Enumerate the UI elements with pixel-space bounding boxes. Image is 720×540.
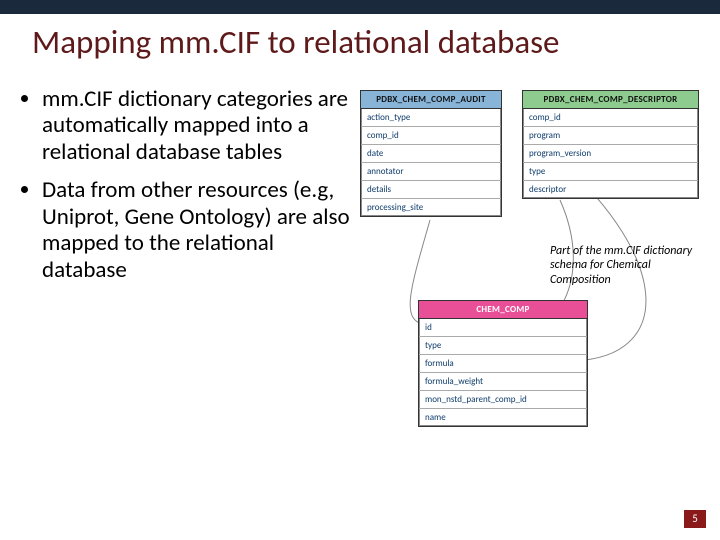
diagram-caption: Part of the mm.CIF dictionary schema for… — [550, 244, 710, 287]
table-row: comp_id — [361, 127, 501, 145]
table-chem-comp: CHEM_COMP id type formula formula_weight… — [418, 300, 588, 427]
table-row: name — [419, 409, 587, 426]
top-bar — [0, 0, 720, 14]
table-row: id — [419, 319, 587, 337]
bullet-item: Data from other resources (e.g, Uniprot,… — [42, 177, 350, 283]
table-row: mon_nstd_parent_comp_id — [419, 391, 587, 409]
table-row: program — [523, 127, 698, 145]
slide-title: Mapping mm.CIF to relational database — [32, 22, 700, 62]
table-row: descriptor — [523, 181, 698, 198]
table-header: CHEM_COMP — [419, 301, 587, 319]
table-row: comp_id — [523, 109, 698, 127]
table-row: date — [361, 145, 501, 163]
table-row: formula_weight — [419, 373, 587, 391]
table-row: annotator — [361, 163, 501, 181]
bullet-item: mm.CIF dictionary categories are automat… — [42, 86, 350, 165]
table-header: PDBX_CHEM_COMP_AUDIT — [361, 91, 501, 109]
table-row: formula — [419, 355, 587, 373]
table-row: type — [419, 337, 587, 355]
bullet-list: mm.CIF dictionary categories are automat… — [20, 86, 350, 295]
table-row: details — [361, 181, 501, 199]
table-row: type — [523, 163, 698, 181]
table-header: PDBX_CHEM_COMP_DESCRIPTOR — [523, 91, 698, 109]
table-row: processing_site — [361, 199, 501, 216]
table-descriptor: PDBX_CHEM_COMP_DESCRIPTOR comp_id progra… — [522, 90, 699, 199]
table-row: action_type — [361, 109, 501, 127]
page-number: 5 — [684, 510, 706, 528]
table-audit: PDBX_CHEM_COMP_AUDIT action_type comp_id… — [360, 90, 502, 217]
slide: Mapping mm.CIF to relational database mm… — [0, 0, 720, 540]
table-row: program_version — [523, 145, 698, 163]
